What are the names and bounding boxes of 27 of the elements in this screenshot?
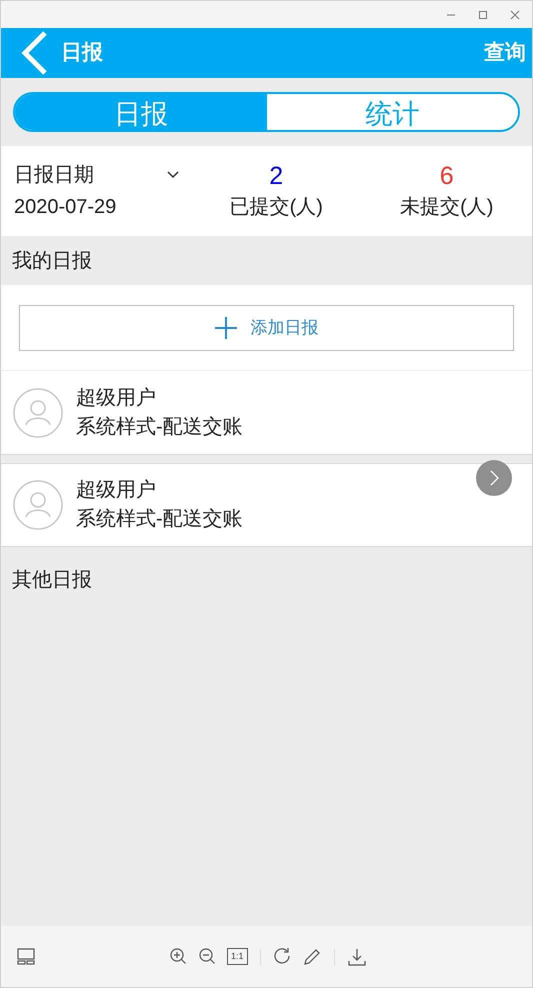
submitted-label: 已提交(人) bbox=[230, 195, 323, 220]
avatar-icon bbox=[13, 480, 63, 530]
report-subtitle: 系统样式-配送交账 bbox=[76, 414, 243, 440]
report-item[interactable]: 超级用户 系统样式-配送交账 bbox=[1, 371, 532, 455]
close-icon[interactable] bbox=[510, 10, 520, 20]
chevron-down-icon[interactable] bbox=[167, 171, 179, 179]
user-name: 超级用户 bbox=[76, 386, 157, 410]
maximize-icon[interactable] bbox=[478, 10, 488, 20]
submitted-count: 2 bbox=[269, 161, 284, 192]
download-icon[interactable] bbox=[346, 946, 367, 966]
section-title: 我的日报 bbox=[12, 248, 92, 274]
pencil-icon[interactable] bbox=[302, 946, 322, 966]
date-label: 日报日期 bbox=[14, 163, 94, 188]
pending-label: 未提交(人) bbox=[400, 195, 494, 220]
actual-size-button[interactable]: 1:1 bbox=[227, 948, 248, 965]
layout-icon[interactable] bbox=[17, 946, 37, 966]
section-title: 其他日报 bbox=[12, 569, 92, 591]
report-subtitle: 系统样式-配送交账 bbox=[76, 507, 243, 532]
pending-count: 6 bbox=[440, 161, 454, 192]
avatar-icon bbox=[13, 388, 63, 438]
plus-icon bbox=[214, 316, 236, 338]
add-report-button[interactable]: 添加日报 bbox=[19, 304, 514, 350]
date-value[interactable]: 2020-07-29 bbox=[14, 192, 191, 222]
user-name: 超级用户 bbox=[76, 478, 157, 503]
back-icon[interactable] bbox=[19, 30, 49, 76]
report-item[interactable]: 超级用户 系统样式-配送交账 bbox=[1, 463, 532, 547]
page-title: 日报 bbox=[61, 40, 103, 66]
